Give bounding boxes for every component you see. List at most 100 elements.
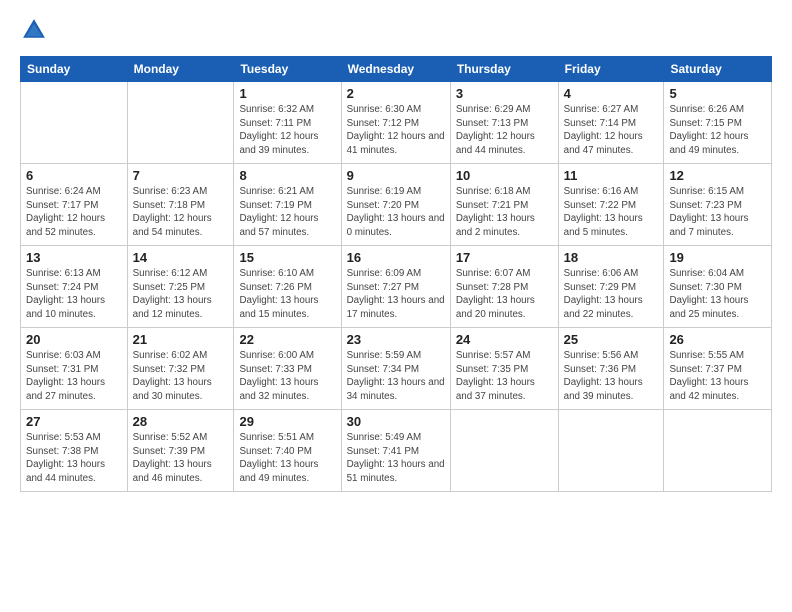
day-info: Sunrise: 6:16 AMSunset: 7:22 PMDaylight:… bbox=[564, 185, 659, 240]
day-number: 28 bbox=[133, 414, 229, 429]
day-number: 25 bbox=[564, 332, 659, 347]
day-info: Sunrise: 5:57 AMSunset: 7:35 PMDaylight:… bbox=[456, 349, 553, 404]
calendar-cell: 8 Sunrise: 6:21 AMSunset: 7:19 PMDaylight… bbox=[234, 164, 341, 246]
calendar-cell: 30Sunrise: 5:49 AMSunset: 7:41 PMDayligh… bbox=[341, 410, 450, 492]
calendar-cell: 5 Sunrise: 6:26 AMSunset: 7:15 PMDaylight… bbox=[664, 82, 772, 164]
calendar-cell bbox=[127, 82, 234, 164]
calendar-table: SundayMondayTuesdayWednesdayThursdayFrid… bbox=[20, 56, 772, 492]
week-row-4: 20Sunrise: 6:03 AMSunset: 7:31 PMDayligh… bbox=[21, 328, 772, 410]
calendar-cell: 17 Sunrise: 6:07 AMSunset: 7:28 PMDayligh… bbox=[450, 246, 558, 328]
day-number: 9 bbox=[347, 168, 445, 183]
day-number: 5 bbox=[669, 86, 766, 101]
day-number: 24 bbox=[456, 332, 553, 347]
day-info: Sunrise: 6:29 AMSunset: 7:13 PMDaylight:… bbox=[456, 103, 553, 158]
day-info: Sunrise: 6:21 AMSunset: 7:19 PMDaylight:… bbox=[239, 185, 335, 240]
calendar-cell: 4 Sunrise: 6:27 AMSunset: 7:14 PMDaylight… bbox=[558, 82, 664, 164]
calendar-header-row: SundayMondayTuesdayWednesdayThursdayFrid… bbox=[21, 57, 772, 82]
calendar-cell: 27 Sunrise: 5:53 AMSunset: 7:38 PMDayligh… bbox=[21, 410, 128, 492]
day-info: Sunrise: 5:53 AMSunset: 7:38 PMDaylight:… bbox=[26, 431, 122, 486]
col-header-tuesday: Tuesday bbox=[234, 57, 341, 82]
day-info: Sunrise: 6:27 AMSunset: 7:14 PMDaylight:… bbox=[564, 103, 659, 158]
day-info: Sunrise: 6:02 AMSunset: 7:32 PMDaylight:… bbox=[133, 349, 229, 404]
calendar-cell: 10 Sunrise: 6:18 AMSunset: 7:21 PMDayligh… bbox=[450, 164, 558, 246]
day-number: 13 bbox=[26, 250, 122, 265]
day-info: Sunrise: 6:23 AMSunset: 7:18 PMDaylight:… bbox=[133, 185, 229, 240]
calendar-cell: 1Sunrise: 6:32 AMSunset: 7:11 PMDaylight… bbox=[234, 82, 341, 164]
calendar-cell: 29 Sunrise: 5:51 AMSunset: 7:40 PMDayligh… bbox=[234, 410, 341, 492]
col-header-wednesday: Wednesday bbox=[341, 57, 450, 82]
day-info: Sunrise: 6:06 AMSunset: 7:29 PMDaylight:… bbox=[564, 267, 659, 322]
calendar-cell: 23Sunrise: 5:59 AMSunset: 7:34 PMDayligh… bbox=[341, 328, 450, 410]
day-number: 14 bbox=[133, 250, 229, 265]
day-number: 1 bbox=[239, 86, 335, 101]
day-info: Sunrise: 5:55 AMSunset: 7:37 PMDaylight:… bbox=[669, 349, 766, 404]
calendar-cell: 9 Sunrise: 6:19 AMSunset: 7:20 PMDaylight… bbox=[341, 164, 450, 246]
week-row-3: 13Sunrise: 6:13 AMSunset: 7:24 PMDayligh… bbox=[21, 246, 772, 328]
day-number: 11 bbox=[564, 168, 659, 183]
day-info: Sunrise: 6:07 AMSunset: 7:28 PMDaylight:… bbox=[456, 267, 553, 322]
calendar-cell: 22 Sunrise: 6:00 AMSunset: 7:33 PMDayligh… bbox=[234, 328, 341, 410]
day-number: 22 bbox=[239, 332, 335, 347]
calendar-cell: 16 Sunrise: 6:09 AMSunset: 7:27 PMDayligh… bbox=[341, 246, 450, 328]
calendar-cell: 19 Sunrise: 6:04 AMSunset: 7:30 PMDayligh… bbox=[664, 246, 772, 328]
day-number: 8 bbox=[239, 168, 335, 183]
calendar-cell: 18Sunrise: 6:06 AMSunset: 7:29 PMDayligh… bbox=[558, 246, 664, 328]
day-number: 12 bbox=[669, 168, 766, 183]
day-info: Sunrise: 6:10 AMSunset: 7:26 PMDaylight:… bbox=[239, 267, 335, 322]
calendar-cell: 6Sunrise: 6:24 AMSunset: 7:17 PMDaylight… bbox=[21, 164, 128, 246]
day-info: Sunrise: 6:26 AMSunset: 7:15 PMDaylight:… bbox=[669, 103, 766, 158]
calendar-cell bbox=[558, 410, 664, 492]
calendar-cell: 26 Sunrise: 5:55 AMSunset: 7:37 PMDayligh… bbox=[664, 328, 772, 410]
day-number: 4 bbox=[564, 86, 659, 101]
col-header-friday: Friday bbox=[558, 57, 664, 82]
calendar-cell bbox=[664, 410, 772, 492]
day-number: 27 bbox=[26, 414, 122, 429]
day-number: 23 bbox=[347, 332, 445, 347]
calendar-cell: 15 Sunrise: 6:10 AMSunset: 7:26 PMDayligh… bbox=[234, 246, 341, 328]
calendar-cell: 21 Sunrise: 6:02 AMSunset: 7:32 PMDayligh… bbox=[127, 328, 234, 410]
day-number: 7 bbox=[133, 168, 229, 183]
calendar-cell: 7 Sunrise: 6:23 AMSunset: 7:18 PMDaylight… bbox=[127, 164, 234, 246]
col-header-sunday: Sunday bbox=[21, 57, 128, 82]
day-info: Sunrise: 6:12 AMSunset: 7:25 PMDaylight:… bbox=[133, 267, 229, 322]
week-row-2: 6Sunrise: 6:24 AMSunset: 7:17 PMDaylight… bbox=[21, 164, 772, 246]
calendar-cell: 24 Sunrise: 5:57 AMSunset: 7:35 PMDayligh… bbox=[450, 328, 558, 410]
day-number: 20 bbox=[26, 332, 122, 347]
calendar-cell bbox=[21, 82, 128, 164]
calendar-cell bbox=[450, 410, 558, 492]
day-info: Sunrise: 6:18 AMSunset: 7:21 PMDaylight:… bbox=[456, 185, 553, 240]
calendar-cell: 13Sunrise: 6:13 AMSunset: 7:24 PMDayligh… bbox=[21, 246, 128, 328]
day-number: 30 bbox=[347, 414, 445, 429]
calendar-cell: 25Sunrise: 5:56 AMSunset: 7:36 PMDayligh… bbox=[558, 328, 664, 410]
day-number: 17 bbox=[456, 250, 553, 265]
day-info: Sunrise: 5:51 AMSunset: 7:40 PMDaylight:… bbox=[239, 431, 335, 486]
day-number: 29 bbox=[239, 414, 335, 429]
logo bbox=[20, 16, 52, 44]
day-info: Sunrise: 6:15 AMSunset: 7:23 PMDaylight:… bbox=[669, 185, 766, 240]
day-number: 16 bbox=[347, 250, 445, 265]
day-number: 3 bbox=[456, 86, 553, 101]
col-header-monday: Monday bbox=[127, 57, 234, 82]
week-row-1: 1Sunrise: 6:32 AMSunset: 7:11 PMDaylight… bbox=[21, 82, 772, 164]
day-info: Sunrise: 6:04 AMSunset: 7:30 PMDaylight:… bbox=[669, 267, 766, 322]
day-number: 26 bbox=[669, 332, 766, 347]
day-info: Sunrise: 5:52 AMSunset: 7:39 PMDaylight:… bbox=[133, 431, 229, 486]
logo-icon bbox=[20, 16, 48, 44]
day-number: 21 bbox=[133, 332, 229, 347]
day-number: 15 bbox=[239, 250, 335, 265]
calendar-cell: 28 Sunrise: 5:52 AMSunset: 7:39 PMDayligh… bbox=[127, 410, 234, 492]
week-row-5: 27 Sunrise: 5:53 AMSunset: 7:38 PMDayligh… bbox=[21, 410, 772, 492]
day-info: Sunrise: 6:30 AMSunset: 7:12 PMDaylight:… bbox=[347, 103, 445, 158]
day-number: 2 bbox=[347, 86, 445, 101]
day-info: Sunrise: 6:00 AMSunset: 7:33 PMDaylight:… bbox=[239, 349, 335, 404]
day-info: Sunrise: 6:09 AMSunset: 7:27 PMDaylight:… bbox=[347, 267, 445, 322]
day-number: 10 bbox=[456, 168, 553, 183]
day-number: 19 bbox=[669, 250, 766, 265]
day-info: Sunrise: 6:19 AMSunset: 7:20 PMDaylight:… bbox=[347, 185, 445, 240]
header bbox=[20, 16, 772, 44]
day-info: Sunrise: 6:24 AMSunset: 7:17 PMDaylight:… bbox=[26, 185, 122, 240]
col-header-thursday: Thursday bbox=[450, 57, 558, 82]
calendar-cell: 11 Sunrise: 6:16 AMSunset: 7:22 PMDayligh… bbox=[558, 164, 664, 246]
calendar-cell: 3 Sunrise: 6:29 AMSunset: 7:13 PMDaylight… bbox=[450, 82, 558, 164]
page: SundayMondayTuesdayWednesdayThursdayFrid… bbox=[0, 0, 792, 612]
